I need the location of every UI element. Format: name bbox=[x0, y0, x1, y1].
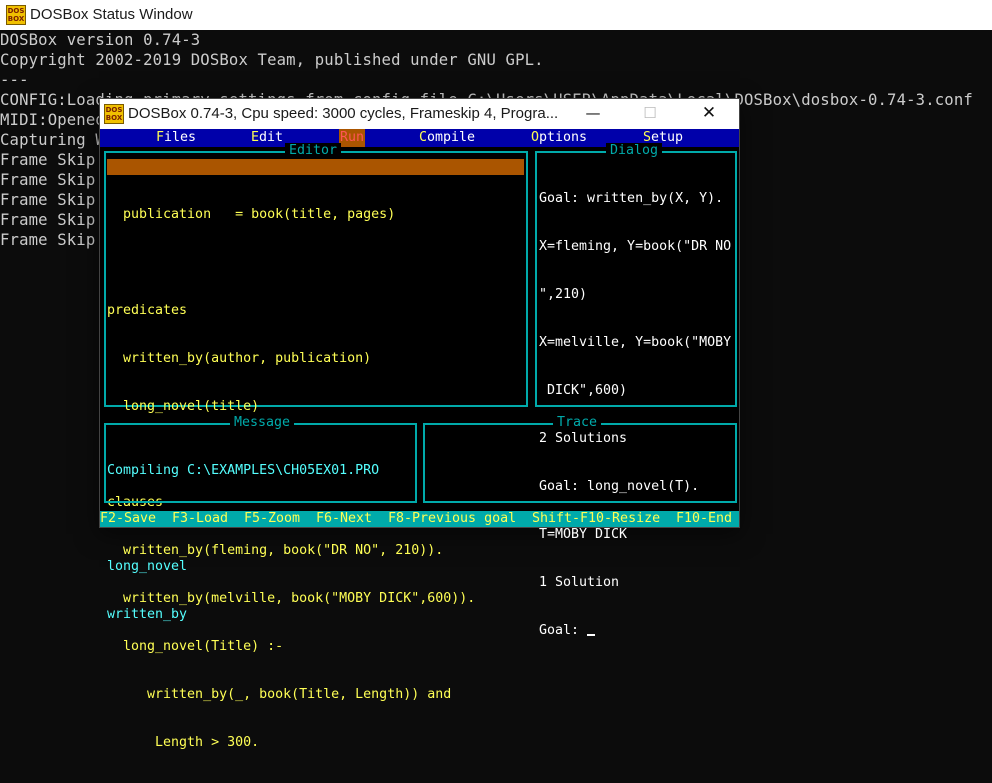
menu-hotkey: C bbox=[419, 130, 428, 145]
fkey-zoom[interactable]: F5-Zoom bbox=[244, 511, 300, 527]
console-line: --- bbox=[0, 71, 29, 89]
menu-files[interactable]: Files bbox=[156, 129, 196, 147]
trace-panel[interactable]: Trace bbox=[423, 415, 737, 503]
dosbox-emulator-window[interactable]: DOS BOX DOSBox 0.74-3, Cpu speed: 3000 c… bbox=[99, 98, 740, 750]
menu-hotkey: O bbox=[531, 130, 540, 145]
dialog-line: X=melville, Y=book("MOBY bbox=[539, 335, 732, 350]
dialog-line: Goal: written_by(X, Y). bbox=[539, 191, 724, 206]
dialog-line: T=MOBY DICK bbox=[539, 527, 628, 542]
menu-label: ptions bbox=[539, 130, 588, 145]
menu-hotkey: E bbox=[251, 130, 260, 145]
message-line: Compiling C:\EXAMPLES\CH05EX01.PRO bbox=[107, 463, 380, 478]
function-key-bar: F2-Save F3-Load F5-Zoom F6-Next F8-Previ… bbox=[100, 511, 739, 527]
menu-run[interactable]: Run bbox=[339, 129, 366, 147]
maximize-button[interactable]: ☐ bbox=[627, 99, 673, 129]
dosbox-app-icon: DOS BOX bbox=[6, 5, 26, 25]
menu-label: dit bbox=[259, 130, 284, 145]
trace-title: Trace bbox=[553, 415, 602, 431]
status-window-titlebar[interactable]: DOS BOX DOSBox Status Window bbox=[0, 0, 992, 30]
menu-label: un bbox=[348, 130, 365, 145]
console-line: Frame Skip bbox=[0, 231, 96, 249]
console-line: Frame Skip bbox=[0, 171, 96, 189]
code-line: written_by(author, publication) bbox=[107, 351, 372, 366]
menu-compile[interactable]: Compile bbox=[419, 129, 475, 147]
console-line: Copyright 2002-2019 DOSBox Team, publish… bbox=[0, 51, 544, 69]
console-line: Frame Skip bbox=[0, 151, 96, 169]
dialog-line: Goal: bbox=[539, 623, 588, 638]
console-line: DOSBox version 0.74-3 bbox=[0, 31, 201, 49]
menu-hotkey: R bbox=[340, 130, 349, 145]
fkey-resize[interactable]: Shift-F10-Resize bbox=[532, 511, 660, 527]
minimize-button[interactable]: — bbox=[570, 99, 616, 129]
fkey-load[interactable]: F3-Load bbox=[172, 511, 228, 527]
text-cursor bbox=[587, 634, 596, 636]
code-line: written_by(_, book(Title, Length)) and bbox=[107, 687, 452, 702]
dialog-line: 1 Solution bbox=[539, 575, 620, 590]
menu-edit[interactable]: Edit bbox=[251, 129, 283, 147]
dialog-line: DICK",600) bbox=[539, 383, 628, 398]
fkey-next[interactable]: F6-Next bbox=[316, 511, 372, 527]
fkey-previous-goal[interactable]: F8-Previous goal bbox=[388, 511, 516, 527]
dialog-line: X=fleming, Y=book("DR NO bbox=[539, 239, 732, 254]
code-line: predicates bbox=[107, 303, 188, 318]
console-line: Frame Skip bbox=[0, 191, 96, 209]
dos-screen[interactable]: Files Edit Run Compile Options Setup Edi… bbox=[100, 129, 739, 750]
dialog-line: ",210) bbox=[539, 287, 588, 302]
editor-title: Editor bbox=[285, 143, 342, 159]
dosbox-app-icon: DOS BOX bbox=[104, 104, 124, 124]
close-button[interactable]: ✕ bbox=[686, 99, 732, 129]
status-mode: Ind bbox=[498, 223, 523, 238]
code-line: long_novel(title) bbox=[107, 399, 260, 414]
menu-options[interactable]: Options bbox=[531, 129, 587, 147]
editor-status-bar: Line 23 Col 1 C:\EXAMPLES\CH05EX01.PRO I… bbox=[107, 159, 524, 238]
status-window-title: DOSBox Status Window bbox=[30, 6, 193, 23]
emulator-window-title: DOSBox 0.74-3, Cpu speed: 3000 cycles, F… bbox=[128, 105, 558, 122]
dialog-title: Dialog bbox=[606, 143, 663, 159]
code-line: publication = book(title, pages) bbox=[107, 207, 396, 222]
console-line: Frame Skip bbox=[0, 211, 96, 229]
fkey-save[interactable]: F2-Save bbox=[100, 511, 156, 527]
menu-hotkey: F bbox=[156, 130, 165, 145]
fkey-end[interactable]: F10-End bbox=[676, 511, 732, 527]
menu-label: ompile bbox=[427, 130, 476, 145]
message-title: Message bbox=[230, 415, 295, 431]
menu-label: iles bbox=[164, 130, 197, 145]
code-line: Length > 300. bbox=[107, 735, 260, 750]
emulator-titlebar[interactable]: DOS BOX DOSBox 0.74-3, Cpu speed: 3000 c… bbox=[100, 99, 739, 129]
